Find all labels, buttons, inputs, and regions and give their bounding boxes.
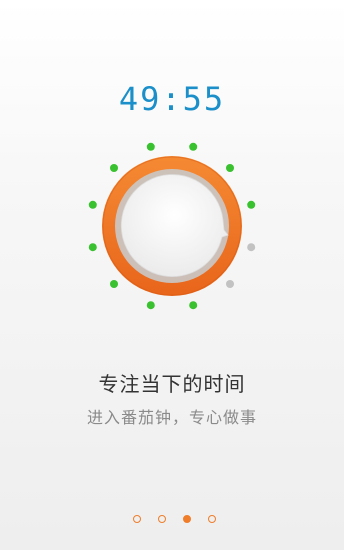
countdown-timer: 49:55 (118, 80, 226, 118)
onboarding-subtitle: 进入番茄钟，专心做事 (86, 408, 257, 427)
tick-active (110, 280, 118, 288)
pomodoro-dial[interactable] (86, 140, 258, 312)
page-indicator[interactable] (2, 515, 344, 527)
page-dot[interactable] (132, 515, 141, 523)
onboarding-title: 专注当下的时间 (98, 372, 246, 396)
tick-active (226, 164, 234, 172)
tick-active (146, 301, 155, 310)
page-dot[interactable] (207, 515, 216, 523)
tick-active (146, 142, 155, 151)
tick-active (88, 200, 97, 209)
dial-graphic (88, 142, 256, 310)
onboarding-screen: 49:55 专注当下的时间 进入番茄钟，专心做事 (0, 0, 344, 550)
tick-inactive (247, 243, 256, 252)
tick-inactive (226, 280, 234, 288)
tick-active (247, 200, 256, 209)
tick-active (189, 142, 198, 151)
tick-active (189, 301, 198, 310)
tick-active (110, 164, 118, 172)
page-dot[interactable] (157, 515, 166, 523)
page-dot-active[interactable] (182, 515, 191, 523)
tick-active (88, 243, 97, 252)
